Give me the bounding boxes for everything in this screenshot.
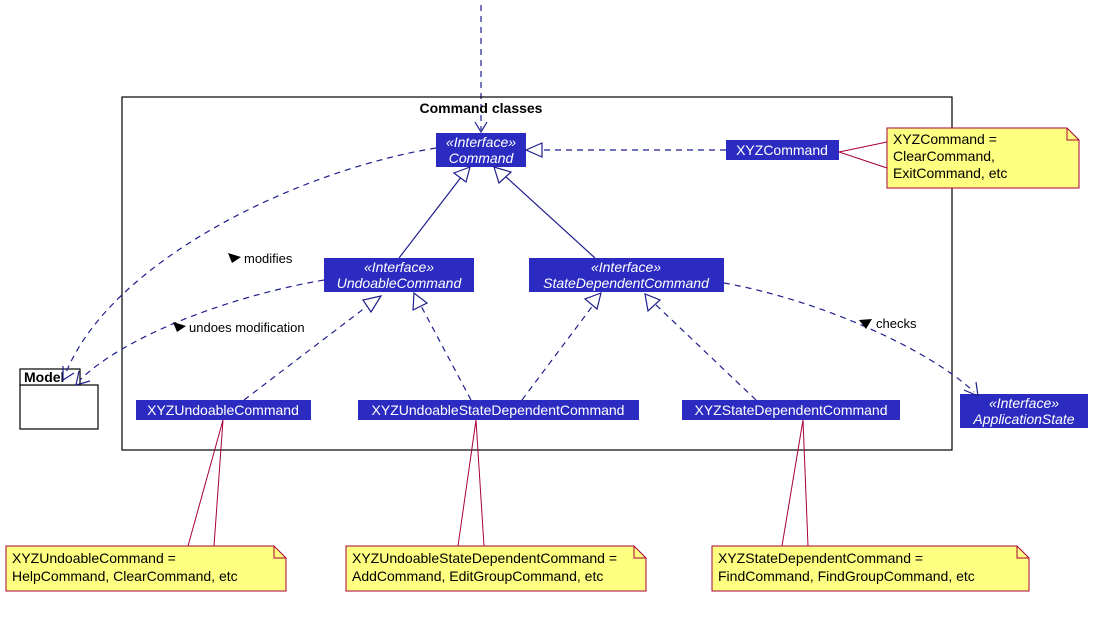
label-xyz-state: XYZStateDependentCommand — [695, 402, 888, 418]
class-xyz-undo-state: XYZUndoableStateDependentCommand — [358, 400, 639, 420]
component-model: Model — [20, 369, 98, 429]
stereotype-undoable: «Interface» — [364, 259, 434, 275]
label-statedep: StateDependentCommand — [543, 275, 710, 291]
dir-undoes — [173, 322, 186, 332]
class-xyzcommand: XYZCommand — [726, 140, 839, 160]
dir-modifies — [228, 253, 241, 263]
dir-checks — [859, 319, 872, 329]
tri-xyzstate-statedep — [645, 294, 660, 311]
tri-xyzus-undoable — [413, 293, 427, 310]
class-xyz-undoable: XYZUndoableCommand — [136, 400, 311, 420]
tri-xyzcmd-command — [526, 143, 542, 157]
note-xyz-undo-state: XYZUndoableStateDependentCommand = AddCo… — [346, 546, 646, 591]
class-statedep-interface: «Interface» StateDependentCommand — [529, 258, 724, 292]
label-xyz-undoable: XYZUndoableCommand — [147, 402, 299, 418]
note-xyzundo-line1: XYZUndoableCommand = — [12, 550, 176, 566]
class-appstate-interface: «Interface» ApplicationState — [960, 394, 1088, 428]
note-xyzcommand: XYZCommand = ClearCommand, ExitCommand, … — [887, 128, 1079, 188]
realize-xyzstate-statedep — [655, 304, 756, 400]
stereotype-appstate: «Interface» — [989, 395, 1059, 411]
note-link-xyzstate — [782, 420, 808, 546]
gen-statedep-command — [505, 176, 595, 258]
dep-statedep-appstate — [724, 283, 974, 392]
label-xyzcommand: XYZCommand — [736, 142, 828, 158]
note-xyzcmd-line1: XYZCommand = — [893, 131, 997, 147]
label-undoes: undoes modification — [189, 320, 305, 335]
class-undoable-interface: «Interface» UndoableCommand — [324, 258, 474, 292]
note-xyzcmd-line2: ClearCommand, — [893, 148, 995, 164]
note-xyzstate-line2: FindCommand, FindGroupCommand, etc — [718, 568, 975, 584]
note-xyzcmd-line3: ExitCommand, etc — [893, 165, 1007, 181]
package-title: Command classes — [420, 100, 543, 116]
note-xyzus-line2: AddCommand, EditGroupCommand, etc — [352, 568, 603, 584]
arrow-statedep-appstate — [964, 382, 978, 396]
model-label: Model — [24, 369, 64, 385]
label-appstate: ApplicationState — [972, 411, 1074, 427]
note-xyz-undoable: XYZUndoableCommand = HelpCommand, ClearC… — [6, 546, 286, 591]
realize-xyzundo-undoable — [244, 304, 370, 400]
stereotype-command: «Interface» — [446, 134, 516, 150]
note-xyzundo-line2: HelpCommand, ClearCommand, etc — [12, 568, 238, 584]
note-xyz-state: XYZStateDependentCommand = FindCommand, … — [712, 546, 1029, 591]
note-link-xyzcmd — [839, 142, 887, 168]
label-command: Command — [449, 150, 515, 166]
class-xyz-state: XYZStateDependentCommand — [682, 400, 900, 420]
tri-undoable-command — [454, 167, 470, 182]
tri-xyzus-statedep — [585, 293, 601, 309]
label-xyz-undo-state: XYZUndoableStateDependentCommand — [372, 402, 625, 418]
note-xyzus-line1: XYZUndoableStateDependentCommand = — [352, 550, 617, 566]
label-undoable: UndoableCommand — [337, 275, 463, 291]
stereotype-statedep: «Interface» — [591, 259, 661, 275]
tri-xyzundo-undoable — [363, 296, 381, 312]
realize-xyzus-undoable — [420, 304, 471, 400]
note-link-xyzus — [458, 420, 484, 546]
label-checks: checks — [876, 316, 917, 331]
gen-undoable-command — [399, 176, 462, 258]
note-xyzstate-line1: XYZStateDependentCommand = — [718, 550, 923, 566]
label-modifies: modifies — [244, 251, 293, 266]
realize-xyzus-statedep — [522, 304, 594, 400]
class-command-interface: «Interface» Command — [436, 133, 526, 167]
tri-statedep-command — [494, 167, 511, 183]
note-link-xyzundo — [188, 420, 223, 546]
